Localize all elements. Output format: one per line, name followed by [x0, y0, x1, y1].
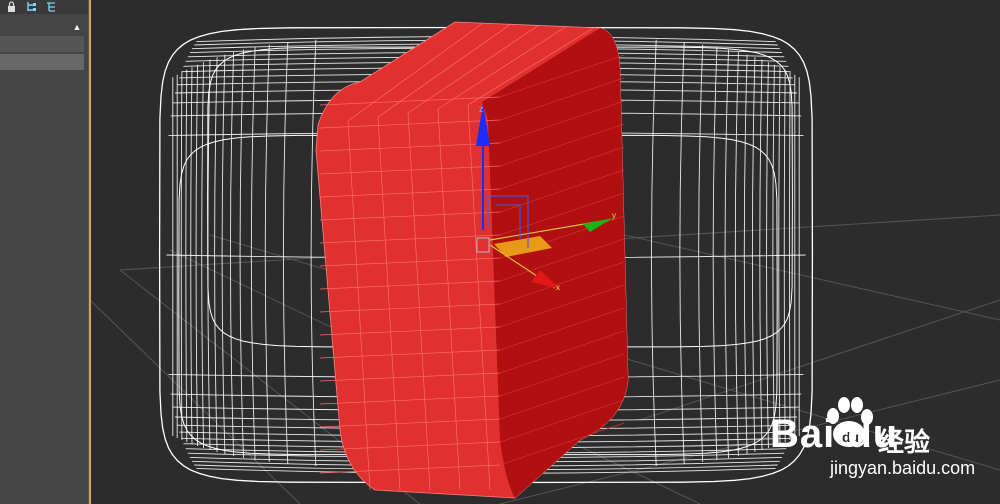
wire-vertical-line	[201, 62, 205, 449]
wire-vertical-line	[310, 39, 317, 467]
slice-side-face	[482, 28, 628, 498]
wire-vertical-line	[766, 62, 769, 449]
hierarchy-icon[interactable]	[26, 1, 37, 12]
viewport-active-border	[89, 0, 91, 504]
hierarchy-link-icon[interactable]	[46, 1, 57, 12]
y-axis-label: y	[612, 211, 616, 220]
wire-vertical-line	[250, 47, 256, 461]
wire-vertical-line	[751, 57, 756, 453]
panel-toolbar	[0, 0, 88, 14]
wire-vertical-line	[239, 49, 244, 459]
wire-vertical-line	[724, 49, 729, 459]
watermark-brand-cn: 经验	[878, 427, 931, 457]
selected-red-slice[interactable]	[315, 21, 629, 499]
wire-vertical-line	[185, 69, 188, 443]
wire-vertical-line	[783, 69, 786, 443]
x-axis-label: x	[556, 283, 560, 292]
panel-rollout-item[interactable]	[0, 54, 84, 70]
scroll-up-button[interactable]: ▲	[70, 20, 84, 34]
wire-vertical-line	[651, 39, 657, 467]
command-panel: ▲	[0, 0, 89, 504]
lock-icon[interactable]	[6, 1, 17, 12]
wire-vertical-line	[712, 47, 718, 461]
z-axis-label: z	[479, 104, 484, 114]
watermark-url: jingyan.baidu.com	[830, 458, 976, 478]
wire-vertical-line	[679, 42, 685, 465]
wire-vertical-line	[264, 44, 270, 463]
wire-vertical-line	[789, 72, 791, 441]
wire-vertical-line	[214, 57, 218, 453]
grid-line	[89, 299, 301, 504]
panel-rollout-header[interactable]	[0, 36, 84, 52]
wire-vertical-line	[759, 59, 763, 451]
